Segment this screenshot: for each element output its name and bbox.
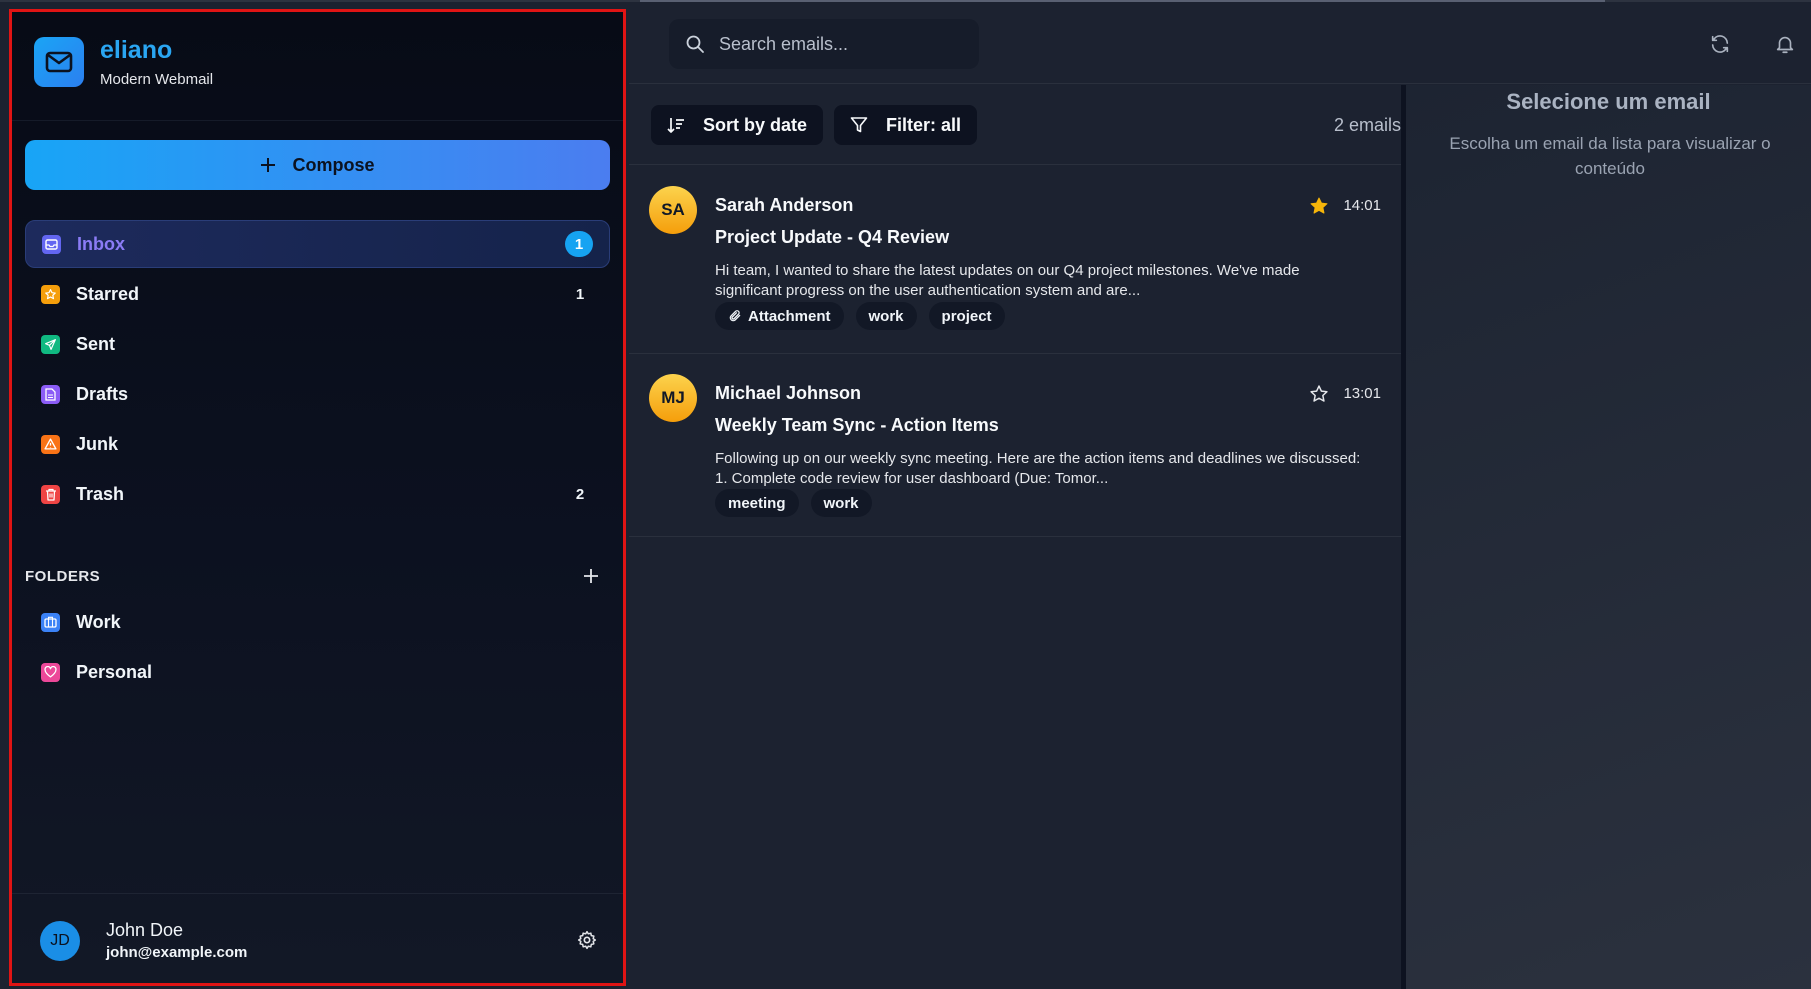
mail-logo-icon xyxy=(34,37,84,88)
sidebar: eliano Modern Webmail Compose Inbox 1 St… xyxy=(9,9,626,986)
plus-icon xyxy=(584,569,598,583)
avatar: MJ xyxy=(649,374,697,422)
folders-title: FOLDERS xyxy=(25,567,101,585)
sort-icon xyxy=(667,118,684,133)
folders-header: FOLDERS xyxy=(25,562,610,590)
avatar: SA xyxy=(649,186,697,234)
app-subtitle: Modern Webmail xyxy=(100,70,214,88)
sidebar-item-junk[interactable]: Junk xyxy=(25,420,610,468)
filter-icon xyxy=(850,117,868,133)
email-preview: Hi team, I wanted to share the latest up… xyxy=(715,262,1300,299)
email-list-item[interactable]: MJ Michael Johnson 13:01 Weekly Team Syn… xyxy=(629,355,1401,537)
star-outline-icon[interactable] xyxy=(1309,384,1329,404)
sidebar-item-label: Drafts xyxy=(76,383,129,404)
search-input[interactable] xyxy=(719,33,959,55)
mailbox-nav: Inbox 1 Starred 1 Sent Drafts Junk Trash… xyxy=(25,220,610,520)
brand: eliano Modern Webmail xyxy=(34,36,214,88)
sidebar-item-label: Sent xyxy=(76,333,116,354)
email-sender: Michael Johnson xyxy=(715,383,862,403)
email-list-item[interactable]: SA Sarah Anderson 14:01 Project Update -… xyxy=(629,166,1401,354)
sidebar-item-label: Inbox xyxy=(77,233,125,254)
draft-icon xyxy=(41,384,60,404)
search-icon xyxy=(686,35,704,53)
sidebar-item-label: Personal xyxy=(76,661,153,682)
filter-button[interactable]: Filter: all xyxy=(834,105,978,145)
tag-project: project xyxy=(928,302,1005,330)
add-folder-button[interactable] xyxy=(579,564,603,588)
email-preview: Following up on our weekly sync meeting.… xyxy=(715,450,1361,487)
sort-button[interactable]: Sort by date xyxy=(651,105,824,145)
sidebar-item-drafts[interactable]: Drafts xyxy=(25,370,610,418)
sidebar-item-label: Trash xyxy=(76,483,125,504)
reading-pane: Selecione um email Escolha um email da l… xyxy=(1406,85,1811,989)
search-box[interactable] xyxy=(669,19,979,69)
folders-list: Work Personal xyxy=(25,598,610,698)
inbox-icon xyxy=(42,234,61,254)
sidebar-item-work[interactable]: Work xyxy=(25,598,610,646)
email-subject: Weekly Team Sync - Action Items xyxy=(715,415,999,435)
user-email: john@example.com xyxy=(106,944,248,961)
divider xyxy=(12,893,623,894)
user-name: John Doe xyxy=(106,920,184,940)
sidebar-item-label: Starred xyxy=(76,283,140,304)
sidebar-item-inbox[interactable]: Inbox 1 xyxy=(25,220,610,268)
attachment-tag: Attachment xyxy=(715,302,844,330)
settings-gear-icon[interactable] xyxy=(577,930,597,950)
email-time: 14:01 xyxy=(1343,197,1381,214)
compose-button[interactable]: Compose xyxy=(25,140,610,190)
sidebar-item-starred[interactable]: Starred 1 xyxy=(25,270,610,318)
sort-label: Sort by date xyxy=(703,114,808,135)
refresh-icon[interactable] xyxy=(1709,33,1731,55)
divider xyxy=(12,120,623,121)
sidebar-item-label: Work xyxy=(76,611,121,632)
email-tags: meeting work xyxy=(715,489,872,517)
star-filled-icon[interactable] xyxy=(1309,196,1329,216)
email-tags: Attachment work project xyxy=(715,302,1005,330)
send-icon xyxy=(41,334,60,354)
sidebar-item-trash[interactable]: Trash 2 xyxy=(25,470,610,518)
sidebar-item-label: Junk xyxy=(76,433,119,454)
trash-icon xyxy=(41,484,60,504)
email-count: 2 emails xyxy=(1333,115,1401,135)
tag-meeting: meeting xyxy=(715,489,799,517)
empty-state-subtitle: Escolha um email da lista para visualiza… xyxy=(1449,134,1771,178)
heart-icon xyxy=(41,662,60,682)
list-toolbar: Sort by date Filter: all 2 emails xyxy=(629,85,1401,165)
sidebar-item-personal[interactable]: Personal xyxy=(25,648,610,696)
count-badge: 1 xyxy=(575,285,585,303)
compose-label: Compose xyxy=(292,154,375,175)
user-profile[interactable]: JD John Doe john@example.com xyxy=(40,920,247,961)
top-bar xyxy=(629,2,1811,84)
briefcase-icon xyxy=(41,612,60,632)
email-list-pane: Sort by date Filter: all 2 emails SA Sar… xyxy=(629,85,1401,989)
plus-icon xyxy=(261,158,276,172)
bell-icon[interactable] xyxy=(1774,33,1796,55)
email-time: 13:01 xyxy=(1343,385,1381,402)
app-name: eliano xyxy=(100,36,173,64)
email-subject: Project Update - Q4 Review xyxy=(715,227,950,247)
avatar: JD xyxy=(40,920,80,961)
tag-work: work xyxy=(810,489,872,517)
empty-state-title: Selecione um email xyxy=(1506,89,1711,114)
star-icon xyxy=(41,284,60,304)
sidebar-item-sent[interactable]: Sent xyxy=(25,320,610,368)
warning-icon xyxy=(41,434,60,454)
unread-count-badge: 1 xyxy=(565,231,593,257)
filter-label: Filter: all xyxy=(886,114,962,135)
count-badge: 2 xyxy=(575,485,585,503)
paperclip-icon xyxy=(729,310,741,322)
tag-work: work xyxy=(855,302,917,330)
email-sender: Sarah Anderson xyxy=(715,195,854,215)
